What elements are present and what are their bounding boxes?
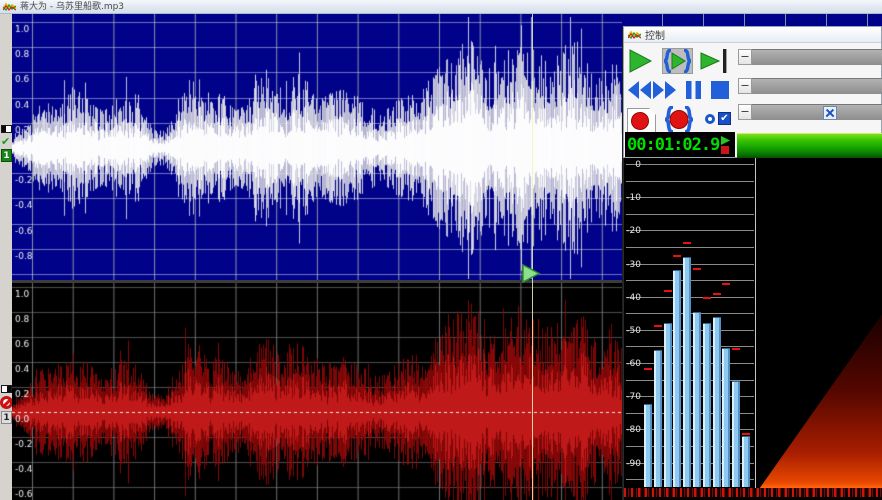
spectrum-peak-marker <box>713 293 721 295</box>
spectrum-bar <box>654 350 662 487</box>
slider3-track[interactable] <box>752 104 882 120</box>
db-tick-label: -40 <box>624 293 641 303</box>
db-tick-label: -50 <box>624 326 641 336</box>
spectrum-peak-marker <box>683 242 691 244</box>
db-tick-label: -30 <box>624 260 641 270</box>
playback-cursor <box>532 14 533 500</box>
spectrum-peak-marker <box>673 255 681 257</box>
control-window: 控制 <box>623 26 882 158</box>
spectrum-peak-marker <box>644 368 652 370</box>
record-button[interactable] <box>627 108 656 135</box>
play-button[interactable] <box>628 49 653 73</box>
spectrum-peak-marker <box>693 268 701 270</box>
play-icon <box>628 49 653 73</box>
play-selection-button[interactable] <box>662 48 693 74</box>
spectrum-analyzer: 0 -10 -20 -30 -40 -50 -60 -70 -80 -90 <box>624 158 755 488</box>
spectrogram-glow <box>756 313 882 488</box>
db-gridline <box>626 181 754 182</box>
stop-icon <box>711 81 729 99</box>
level-meter <box>737 133 882 158</box>
fast-forward-icon <box>652 81 676 99</box>
time-record-icon <box>721 146 729 154</box>
time-value: 00:01:02.9 <box>625 135 719 155</box>
spectrum-bar <box>683 257 691 487</box>
spectrum-bar <box>703 323 711 487</box>
app-icon <box>3 2 16 12</box>
spectrum-bar <box>713 317 721 487</box>
slider3-x-thumb[interactable] <box>823 106 837 120</box>
db-gridline <box>626 164 754 165</box>
spectrum-bar <box>673 270 681 487</box>
spectrum-bar <box>644 404 652 487</box>
slider-row-1: − <box>738 49 882 65</box>
fast-forward-button[interactable] <box>652 81 676 99</box>
rewind-button[interactable] <box>628 81 652 99</box>
db-gridline <box>626 214 754 215</box>
play-selection-icon <box>663 49 692 73</box>
db-gridline <box>626 247 754 248</box>
slider2-track[interactable] <box>752 78 882 94</box>
record-mode-toggle[interactable]: ✔ <box>705 111 733 127</box>
rewind-icon <box>628 81 652 99</box>
channel-2-badge[interactable]: 1 <box>1 411 12 424</box>
slider-row-2: − <box>738 78 882 94</box>
record-selection-button[interactable] <box>664 106 694 133</box>
time-play-flag-icon <box>721 136 730 145</box>
pause-button[interactable] <box>685 81 702 99</box>
db-tick-label: -70 <box>624 392 641 402</box>
db-tick-label: -60 <box>624 359 641 369</box>
slider2-decrease-button[interactable]: − <box>738 78 752 94</box>
spectrum-bar <box>693 312 701 487</box>
db-tick-label: -20 <box>624 226 641 236</box>
record-selection-icon <box>664 106 694 133</box>
control-window-titlebar[interactable]: 控制 <box>624 27 881 43</box>
channel-1-badge[interactable]: 1 <box>1 149 12 162</box>
stop-button[interactable] <box>711 81 729 99</box>
db-tick-label: -80 <box>624 425 641 435</box>
record-mode-dot-icon <box>705 114 715 124</box>
waveform-channel-1[interactable] <box>12 14 622 280</box>
channel-control-strip <box>0 14 12 500</box>
spectrum-peak-marker <box>722 283 730 285</box>
spectrum-window: 0 -10 -20 -30 -40 -50 -60 -70 -80 -90 <box>623 158 882 500</box>
control-window-title: 控制 <box>645 27 665 42</box>
slider1-track[interactable] <box>752 49 882 65</box>
play-to-marker-button[interactable] <box>700 49 728 73</box>
frequency-intensity-strip <box>624 488 882 497</box>
slider1-decrease-button[interactable]: − <box>738 49 752 65</box>
db-tick-label: -10 <box>624 193 641 203</box>
slider3-decrease-button[interactable]: − <box>738 104 752 120</box>
spectrum-peak-marker <box>703 297 711 299</box>
play-to-marker-icon <box>700 49 728 73</box>
channel-1-pan-widget[interactable] <box>1 125 12 133</box>
window-title: 蒋大为 - 乌苏里船歌.mp3 <box>20 0 124 14</box>
app-icon <box>628 30 641 40</box>
channel-1-enabled-icon[interactable]: ✔ <box>1 136 10 147</box>
spectrum-peak-marker <box>742 433 750 435</box>
playhead-marker[interactable] <box>521 264 541 283</box>
spectrogram-panel <box>756 158 882 488</box>
channel-2-pan-widget[interactable] <box>1 385 12 393</box>
waveform-channel-2[interactable] <box>12 283 622 500</box>
slider-row-3: − <box>738 104 882 120</box>
checkbox-checked-icon: ✔ <box>718 112 731 125</box>
spectrum-peak-marker <box>654 325 662 327</box>
db-gridline <box>626 197 754 198</box>
spectrum-bar <box>742 436 750 487</box>
spectrum-peak-marker <box>732 348 740 350</box>
pause-icon <box>685 81 702 99</box>
db-tick-label: 0 <box>624 160 641 170</box>
time-display: 00:01:02.9 <box>625 132 735 157</box>
db-tick-label: -90 <box>624 459 641 469</box>
db-gridline <box>626 230 754 231</box>
spectrum-bar <box>664 323 672 487</box>
window-titlebar[interactable]: 蒋大为 - 乌苏里船歌.mp3 <box>0 0 882 14</box>
record-icon <box>631 112 649 130</box>
spectrum-bar <box>722 348 730 487</box>
spectrum-peak-marker <box>664 290 672 292</box>
spectrum-bar <box>732 381 740 487</box>
